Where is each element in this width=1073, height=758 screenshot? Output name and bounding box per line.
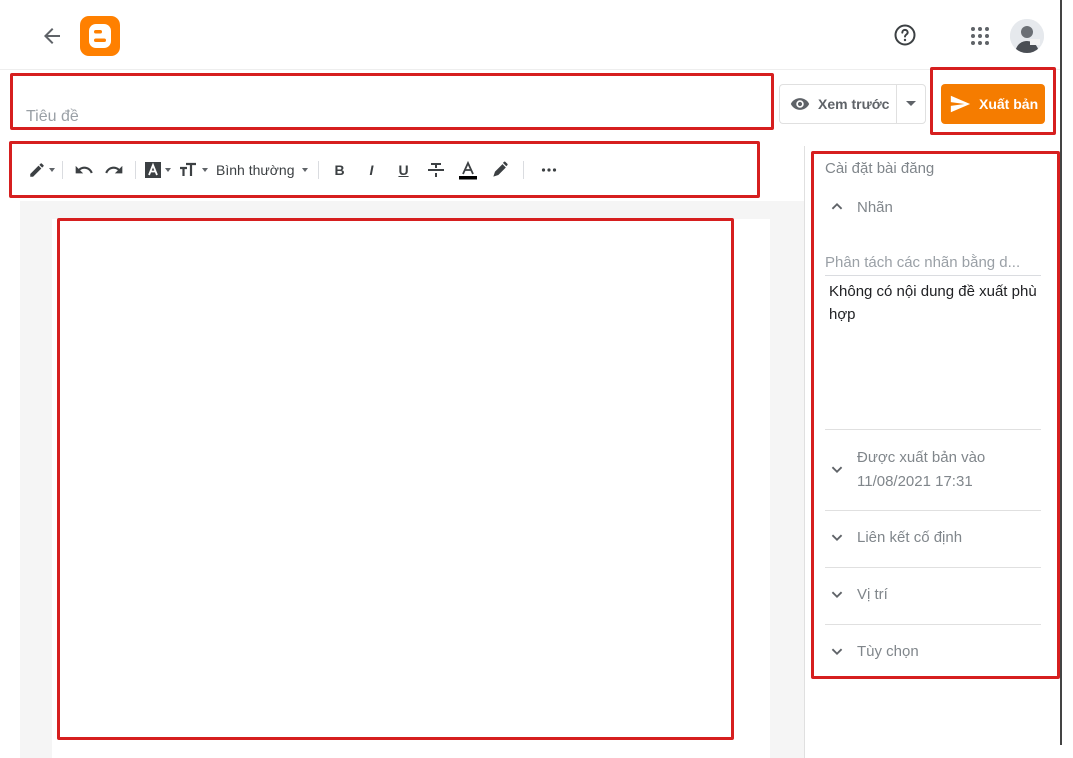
strikethrough-icon	[427, 163, 444, 177]
highlight-button[interactable]	[485, 155, 515, 185]
more-button[interactable]	[534, 155, 564, 185]
options-section-header[interactable]: Tùy chọn	[826, 640, 1042, 664]
format-toolbar: Bình thường B I U	[14, 146, 756, 194]
permalink-label: Liên kết cố định	[857, 529, 963, 546]
send-icon	[950, 95, 971, 113]
top-bar	[0, 0, 1060, 70]
caret-icon	[48, 168, 55, 172]
published-date: 11/08/2021 17:31	[857, 473, 973, 490]
separator	[317, 161, 319, 179]
caret-down-icon	[906, 101, 916, 106]
bold-button[interactable]: B	[325, 155, 355, 185]
sidebar-divider	[804, 146, 805, 758]
preview-button[interactable]: Xem trước	[779, 84, 897, 124]
text-color-button[interactable]	[453, 155, 483, 185]
post-settings-sidebar: Cài đặt bài đăng Nhãn Không có nội dung …	[814, 154, 1058, 678]
labels-header-label: Nhãn	[857, 199, 893, 216]
pencil-mode-button[interactable]	[26, 155, 56, 185]
divider	[825, 624, 1041, 625]
eye-icon	[790, 98, 810, 110]
font-size-icon	[179, 162, 196, 176]
redo-icon	[105, 165, 123, 174]
published-label: Được xuất bản vào	[857, 449, 986, 466]
options-label: Tùy chọn	[857, 643, 919, 660]
window-edge	[1060, 0, 1062, 745]
font-size-button[interactable]	[178, 155, 208, 185]
preview-label: Xem trước	[818, 96, 890, 112]
divider	[825, 510, 1041, 511]
caret-icon	[301, 168, 308, 172]
published-section-header[interactable]: Được xuất bản vào 11/08/2021 17:31	[826, 446, 1042, 494]
caret-icon	[201, 168, 208, 172]
underline-icon: U	[398, 162, 409, 178]
labels-suggestion-text: Không có nội dung đề xuất phù hợp	[829, 283, 1037, 323]
location-label: Vị trí	[857, 586, 888, 603]
arrow-back-icon[interactable]	[40, 24, 64, 48]
text-background-button[interactable]	[142, 155, 172, 185]
highlight-icon	[492, 161, 508, 177]
text-color-icon	[458, 160, 477, 180]
paragraph-style-label: Bình thường	[216, 162, 295, 178]
chevron-up-icon	[831, 202, 843, 210]
redo-button[interactable]	[99, 155, 129, 185]
editor-content-area[interactable]	[52, 219, 770, 758]
chevron-down-icon	[831, 648, 843, 656]
caret-icon	[164, 168, 171, 172]
blogger-logo[interactable]	[80, 16, 120, 56]
separator	[62, 161, 63, 179]
separator	[522, 161, 524, 179]
user-avatar[interactable]	[1010, 19, 1044, 53]
undo-button[interactable]	[69, 155, 99, 185]
help-circle-icon[interactable]	[893, 23, 917, 47]
pencil-icon	[29, 163, 44, 177]
post-title-input[interactable]	[12, 76, 772, 128]
chevron-down-icon	[831, 466, 843, 474]
preview-dropdown-button[interactable]	[896, 84, 926, 124]
separator	[135, 161, 136, 179]
paragraph-style-dropdown[interactable]: Bình thường	[216, 155, 308, 185]
more-icon	[541, 168, 556, 172]
publish-button[interactable]: Xuất bản	[941, 84, 1045, 124]
apps-grid-icon[interactable]	[969, 25, 991, 47]
strikethrough-button[interactable]	[421, 155, 451, 185]
undo-icon	[75, 165, 93, 174]
chevron-down-icon	[831, 534, 843, 542]
labels-input[interactable]	[825, 250, 1041, 276]
bold-icon: B	[334, 162, 345, 178]
labels-section-header[interactable]: Nhãn	[826, 196, 1042, 220]
divider	[825, 429, 1041, 430]
publish-label: Xuất bản	[979, 96, 1039, 112]
sidebar-title: Cài đặt bài đăng	[825, 160, 935, 177]
text-background-icon	[144, 162, 161, 178]
divider	[825, 567, 1041, 568]
italic-button[interactable]: I	[357, 155, 387, 185]
underline-button[interactable]: U	[389, 155, 419, 185]
chevron-down-icon	[831, 591, 843, 599]
location-section-header[interactable]: Vị trí	[826, 583, 1042, 607]
italic-icon: I	[369, 162, 374, 178]
permalink-section-header[interactable]: Liên kết cố định	[826, 526, 1042, 550]
